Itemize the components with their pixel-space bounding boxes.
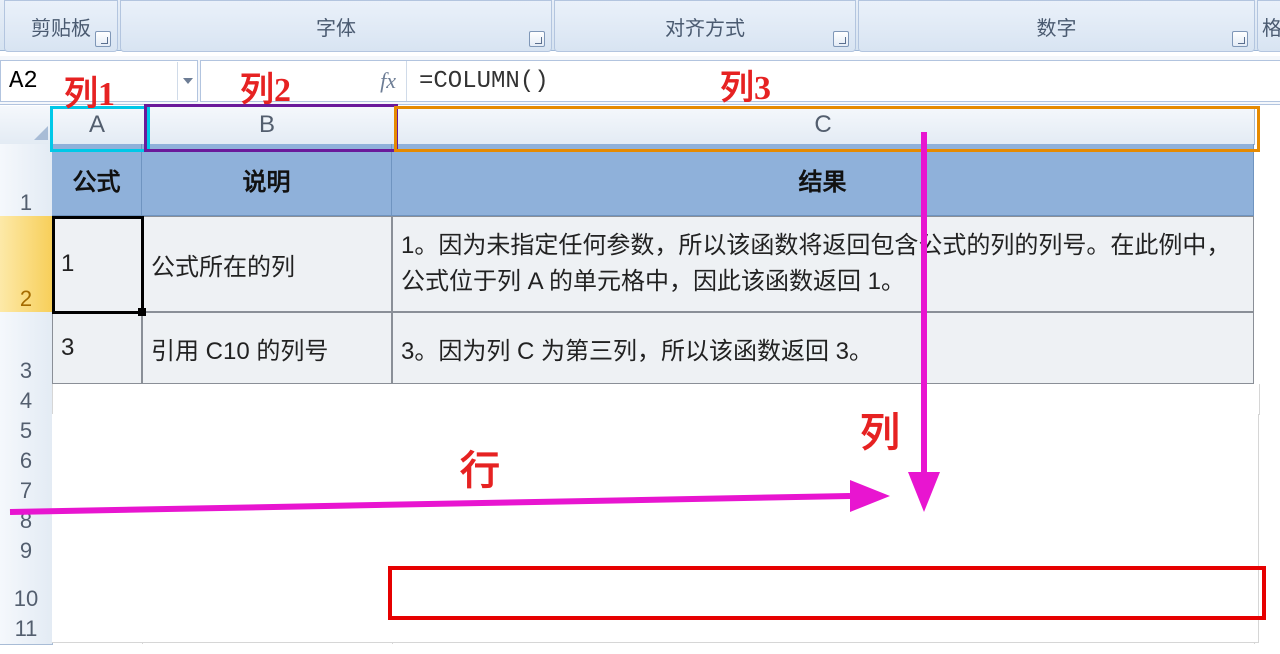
select-all-button[interactable] <box>0 106 53 145</box>
ribbon-group-clipboard[interactable]: 剪贴板 <box>4 0 118 52</box>
fx-icon[interactable]: fx <box>380 68 396 94</box>
cell-B2[interactable]: 公式所在的列 <box>142 216 392 312</box>
cell-A3[interactable]: 3 <box>52 312 142 384</box>
ribbon-group-font[interactable]: 字体 <box>120 0 552 52</box>
cell-A1[interactable]: 公式 <box>52 144 142 216</box>
ribbon-label: 字体 <box>316 12 356 41</box>
column-header-B[interactable]: B <box>142 106 393 145</box>
cell-C3[interactable]: 3。因为列 C 为第三列，所以该函数返回 3。 <box>392 312 1254 384</box>
cell-row5[interactable] <box>52 414 1259 445</box>
row-header-11[interactable]: 11 <box>0 612 53 645</box>
ribbon-label: 格 <box>1262 12 1280 41</box>
cell-row7[interactable] <box>52 474 1259 505</box>
ribbon-group-format-partial[interactable]: 格 <box>1257 0 1280 52</box>
formula-bar[interactable]: fx =COLUMN() <box>200 60 1280 102</box>
row-header-4[interactable]: 4 <box>0 384 53 417</box>
row-header-8[interactable]: 8 <box>0 504 53 537</box>
formula-input[interactable]: =COLUMN() <box>407 68 1280 95</box>
cell-B3[interactable]: 引用 C10 的列号 <box>142 312 392 384</box>
name-box[interactable] <box>0 60 198 102</box>
column-header-A[interactable]: A <box>52 106 143 145</box>
cell-row4[interactable] <box>52 384 1260 415</box>
cell-A2[interactable]: 1 <box>52 216 142 312</box>
dialog-launcher-icon[interactable] <box>833 31 849 47</box>
cell-B1[interactable]: 说明 <box>142 144 392 216</box>
ribbon-label: 对齐方式 <box>665 12 745 41</box>
ribbon-label: 数字 <box>1037 12 1077 41</box>
cell-C1[interactable]: 结果 <box>392 144 1254 216</box>
row-header-7[interactable]: 7 <box>0 474 53 507</box>
ribbon-group-number[interactable]: 数字 <box>858 0 1255 52</box>
ribbon-group-alignment[interactable]: 对齐方式 <box>554 0 856 52</box>
row-header-1[interactable]: 1 <box>0 144 53 219</box>
cell-C2[interactable]: 1。因为未指定任何参数，所以该函数将返回包含公式的列的列号。在此例中，公式位于列… <box>392 216 1254 312</box>
cell-row8[interactable] <box>52 504 1259 535</box>
ribbon-label: 剪贴板 <box>31 12 91 41</box>
row-header-3[interactable]: 3 <box>0 312 53 387</box>
cell-row10[interactable] <box>52 564 1259 613</box>
row-header-9[interactable]: 9 <box>0 534 53 567</box>
dialog-launcher-icon[interactable] <box>1232 31 1248 47</box>
row-header-5[interactable]: 5 <box>0 414 53 447</box>
row-header-10[interactable]: 10 <box>0 564 53 615</box>
dialog-launcher-icon[interactable] <box>95 31 111 47</box>
cell-row11[interactable] <box>52 612 1259 643</box>
dialog-launcher-icon[interactable] <box>529 31 545 47</box>
name-box-input[interactable] <box>1 63 177 99</box>
name-box-dropdown-icon[interactable] <box>177 62 197 100</box>
cell-row6[interactable] <box>52 444 1259 475</box>
column-header-C[interactable]: C <box>392 106 1255 145</box>
row-header-6[interactable]: 6 <box>0 444 53 477</box>
row-header-2[interactable]: 2 <box>0 216 53 315</box>
cell-row9[interactable] <box>52 534 1259 565</box>
